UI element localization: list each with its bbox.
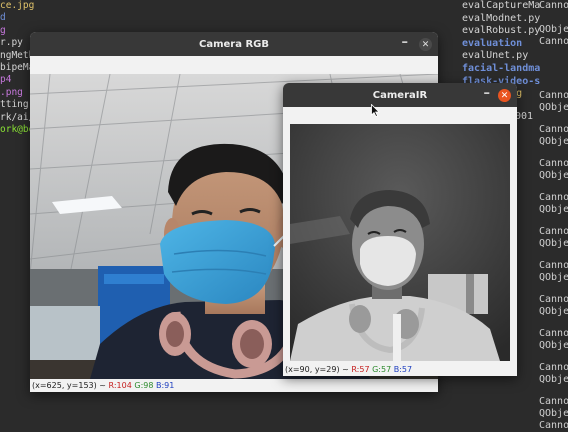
terminal-line: QObje — [539, 306, 568, 317]
camera-rgb-pixel-readout: (x=625, y=153) ~ R:104 G:98 B:91 — [30, 379, 438, 392]
terminal-line: evalUnet.py — [462, 50, 529, 62]
terminal-line: Canno — [539, 226, 568, 237]
terminal-line: QObje — [539, 408, 568, 419]
terminal-line: QObje — [539, 374, 568, 385]
terminal-line: QObje — [539, 272, 568, 283]
camera-rgb-title: Camera RGB — [199, 38, 269, 50]
pixel-blue-value: B:91 — [156, 381, 175, 390]
camera-ir-pixel-readout: (x=90, y=29) ~ R:57 G:57 B:57 — [283, 363, 517, 376]
pixel-green-value: G:57 — [372, 365, 392, 374]
camera-ir-title: CameraIR — [372, 89, 428, 101]
terminal-line: Canno — [539, 90, 568, 101]
terminal-line: QObje — [539, 238, 568, 249]
minimize-icon[interactable]: – — [402, 35, 409, 50]
terminal-line: Canno — [539, 328, 568, 339]
terminal-line: evaluation — [462, 37, 523, 49]
terminal-line: Canno — [539, 420, 568, 431]
pixel-blue-value: B:57 — [393, 365, 413, 374]
terminal-line: Canno — [539, 124, 568, 135]
minimize-icon[interactable]: – — [484, 86, 491, 101]
terminal-line: QObje — [539, 24, 568, 35]
terminal-line: Canno — [539, 294, 568, 305]
terminal-line: Canno — [539, 158, 568, 169]
camera-ir-image[interactable] — [290, 124, 510, 361]
pixel-red-value: R:57 — [351, 365, 370, 374]
terminal-line: ce.jpg — [0, 0, 35, 11]
pixel-coords: (x=625, y=153) ~ — [32, 381, 106, 390]
close-icon[interactable]: ✕ — [419, 38, 432, 51]
terminal-line: Canno — [539, 192, 568, 203]
terminal-line: QObje — [539, 340, 568, 351]
terminal-fragment: 001 — [515, 111, 534, 122]
terminal-line: Canno — [539, 362, 568, 373]
pixel-red-value: R:104 — [108, 381, 132, 390]
terminal-line: evalRobust.py — [462, 25, 541, 37]
terminal-line: evalModnet.py — [462, 12, 541, 24]
terminal-line: Canno — [539, 396, 568, 407]
terminal-line: evalCaptureMa — [462, 0, 541, 11]
camera-rgb-titlebar[interactable]: Camera RGB – ✕ — [30, 32, 438, 56]
terminal-line: facial-landma — [462, 62, 541, 74]
camera-ir-titlebar[interactable]: CameraIR – ✕ — [283, 83, 517, 107]
terminal-line: d — [0, 12, 6, 24]
terminal-line: QObje — [539, 204, 568, 215]
pixel-coords: (x=90, y=29) ~ — [285, 365, 349, 374]
camera-ir-window[interactable]: CameraIR – ✕ (x=90, y=29) ~ R:57 G:57 B:… — [283, 83, 517, 376]
terminal-line: QObje — [539, 102, 568, 113]
terminal-line: Canno — [539, 0, 568, 11]
terminal-line: QObje — [539, 136, 568, 147]
pixel-green-value: G:98 — [134, 381, 154, 390]
close-icon[interactable]: ✕ — [498, 89, 511, 102]
terminal-line: Canno — [539, 260, 568, 271]
terminal-line: QObje — [539, 170, 568, 181]
terminal-line: Canno — [539, 36, 568, 47]
mouse-pointer-icon — [371, 104, 380, 117]
